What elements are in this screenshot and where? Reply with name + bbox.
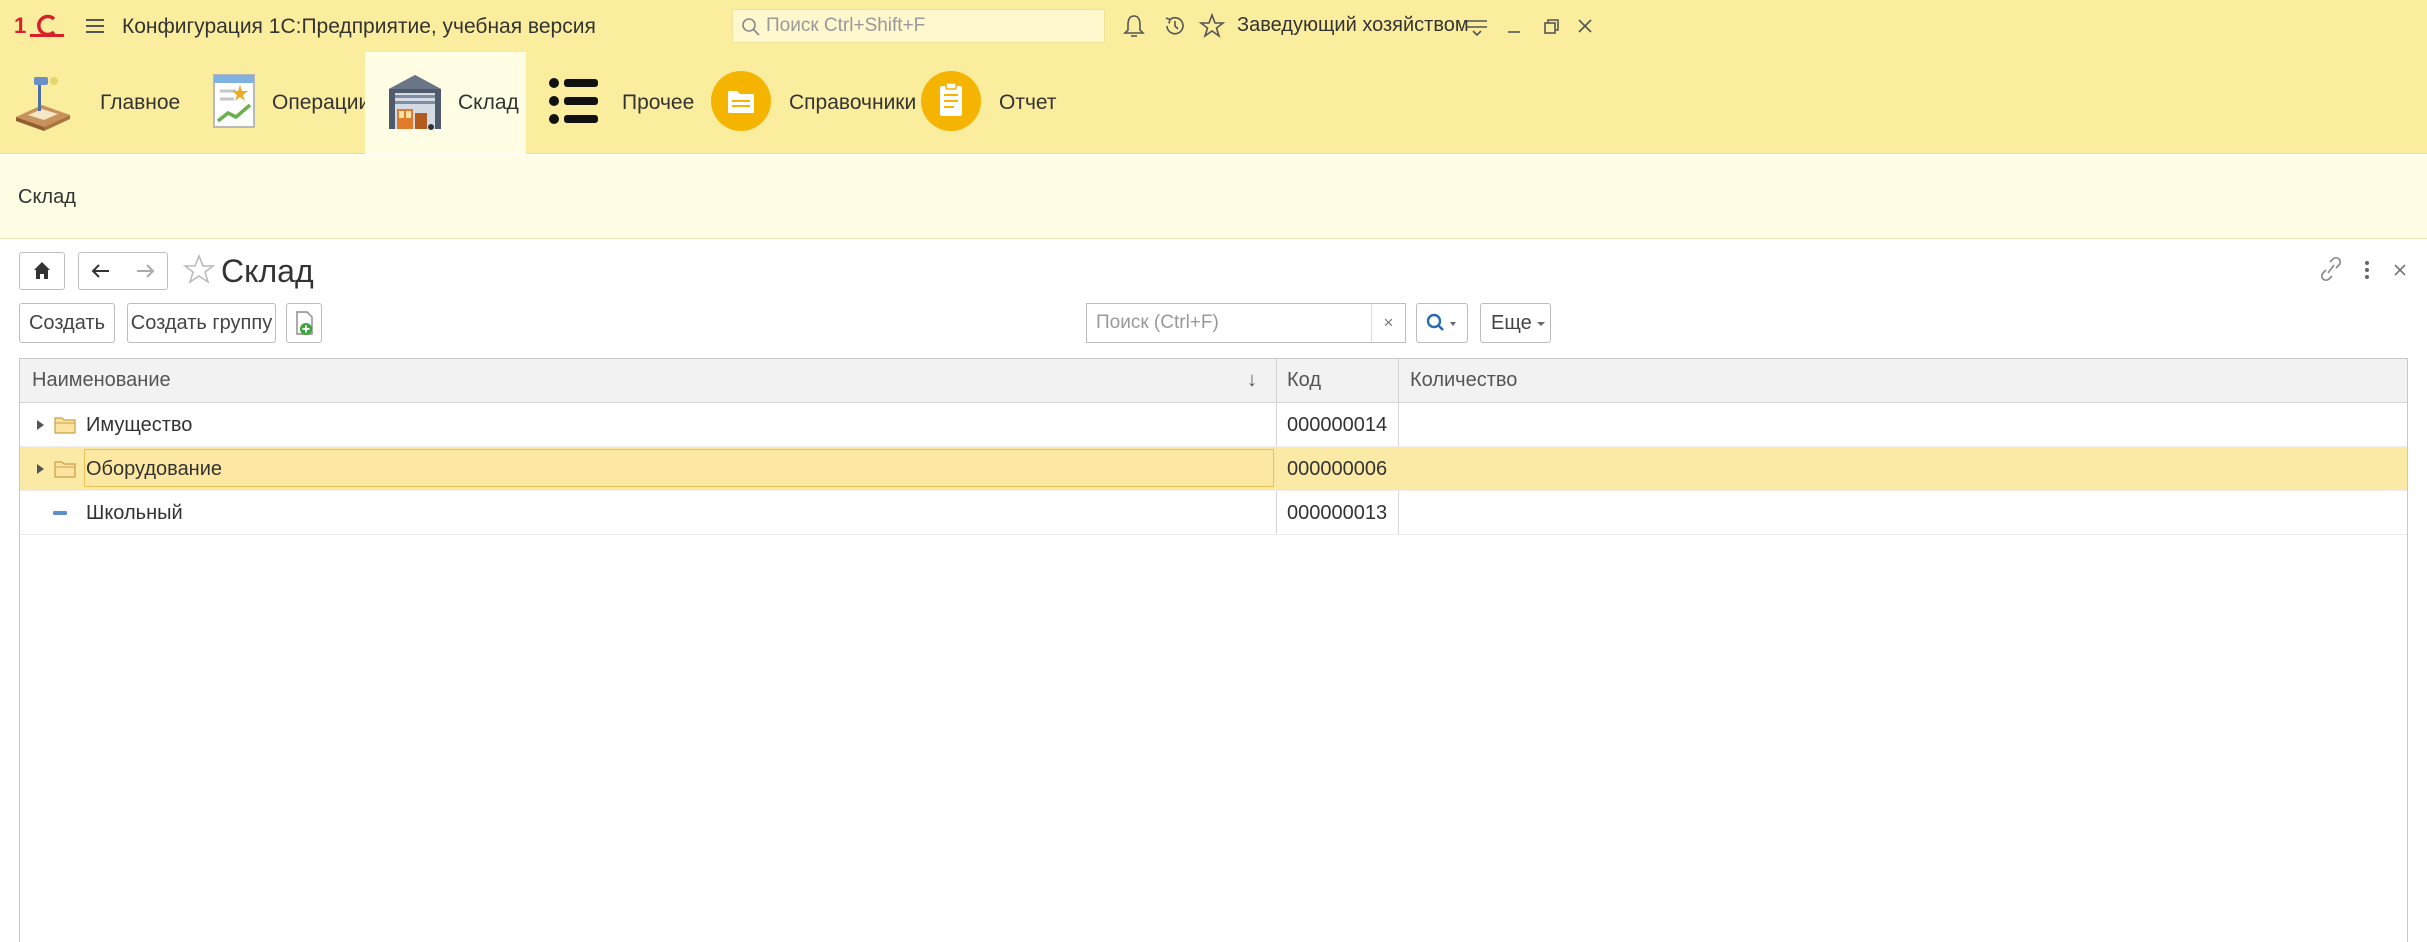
main-menu-icon[interactable] (84, 14, 108, 38)
row-name: Имущество (86, 414, 193, 436)
row-name: Школьный (86, 502, 183, 524)
row-code: 000000013 (1287, 502, 1388, 524)
folder-circle-icon (711, 71, 771, 131)
table-header: Наименование ↓ Код Количество (20, 359, 2407, 403)
global-search-placeholder: Поиск Ctrl+Shift+F (766, 15, 926, 36)
expand-arrow-icon[interactable] (37, 464, 44, 474)
create-button[interactable]: Создать (19, 303, 115, 343)
section-label: Отчет (999, 91, 1057, 114)
app-title: Конфигурация 1С:Предприятие, учебная вер… (122, 15, 596, 38)
section-label: Операции (272, 91, 371, 114)
list-icon (549, 78, 598, 124)
column-header-quantity[interactable]: Количество (1410, 359, 1517, 402)
table-row[interactable]: Имущество 000000014 (20, 403, 2407, 447)
section-label: Прочее (622, 91, 695, 114)
clear-search-icon[interactable]: × (1371, 304, 1405, 342)
folder-icon (54, 461, 76, 478)
clipboard-circle-icon (921, 71, 981, 131)
section-warehouse[interactable]: Склад (365, 52, 526, 154)
section-report[interactable]: Отчет (911, 52, 1061, 154)
nav-link-warehouse[interactable]: Склад (18, 186, 76, 209)
close-form-icon[interactable] (2392, 262, 2408, 278)
list-search-input[interactable] (1087, 304, 1372, 342)
chevron-down-icon (1537, 322, 1545, 326)
search-options-button[interactable] (1416, 303, 1468, 343)
section-nav-strip: Склад (0, 155, 2427, 239)
global-search-input[interactable]: Поиск Ctrl+Shift+F (732, 9, 1105, 43)
notifications-bell-icon[interactable] (1120, 12, 1148, 40)
table-row[interactable]: Школьный 000000013 (20, 491, 2407, 535)
section-label: Склад (458, 91, 519, 114)
forward-arrow-icon[interactable] (123, 253, 167, 289)
column-header-code[interactable]: Код (1287, 359, 1321, 402)
expand-arrow-icon[interactable] (37, 420, 44, 430)
more-button[interactable]: Еще (1480, 303, 1551, 343)
more-button-label: Еще (1491, 312, 1532, 334)
search-icon (742, 18, 760, 36)
document-chart-icon (213, 74, 255, 128)
folder-icon (54, 417, 76, 434)
history-icon[interactable] (1161, 12, 1189, 40)
close-window-icon[interactable] (1571, 12, 1599, 40)
section-main[interactable]: Главное (0, 52, 190, 154)
section-other[interactable]: Прочее (526, 52, 701, 154)
home-button[interactable] (19, 252, 65, 290)
section-label: Главное (100, 91, 181, 114)
add-document-icon (296, 311, 313, 335)
svg-text:1: 1 (14, 13, 26, 38)
more-actions-icon[interactable] (2361, 257, 2373, 283)
catalog-item-icon (53, 511, 67, 515)
desk-lamp-icon (16, 77, 70, 131)
list-search-field: × (1086, 303, 1406, 343)
row-name: Оборудование (86, 458, 223, 480)
section-label: Справочники (789, 91, 917, 114)
settings-menu-icon[interactable] (1463, 12, 1491, 40)
sections-panel: Главное Операции Склад Прочее Справочник… (0, 52, 2427, 154)
create-group-button[interactable]: Создать группу (127, 303, 276, 343)
focused-cell (84, 449, 1274, 487)
minimize-icon[interactable] (1500, 12, 1528, 40)
link-icon[interactable] (2318, 255, 2344, 283)
restore-window-icon[interactable] (1537, 12, 1565, 40)
warehouse-icon (389, 75, 441, 130)
favorite-star-icon[interactable] (182, 253, 216, 287)
home-icon (34, 262, 50, 279)
column-header-name[interactable]: Наименование (32, 359, 171, 402)
history-nav-buttons (78, 252, 168, 290)
favorites-star-icon[interactable] (1198, 12, 1226, 40)
sort-descending-icon[interactable]: ↓ (1247, 359, 1257, 402)
search-icon (1426, 313, 1456, 331)
row-code: 000000014 (1287, 414, 1388, 436)
title-bar: 1 Конфигурация 1С:Предприятие, учебная в… (0, 0, 2427, 52)
section-operations[interactable]: Операции (190, 52, 370, 154)
1c-logo-icon[interactable]: 1 (14, 13, 66, 39)
catalog-table: Наименование ↓ Код Количество Имущество … (19, 358, 2408, 942)
back-arrow-icon[interactable] (79, 253, 123, 289)
current-user[interactable]: Заведующий хозяйством (1237, 14, 1469, 37)
row-code: 000000006 (1287, 458, 1388, 480)
section-catalogs[interactable]: Справочники (701, 52, 916, 154)
table-row-selected[interactable]: Оборудование 000000006 (20, 447, 2407, 491)
form-title: Склад (221, 253, 314, 289)
copy-add-button[interactable] (286, 303, 322, 343)
